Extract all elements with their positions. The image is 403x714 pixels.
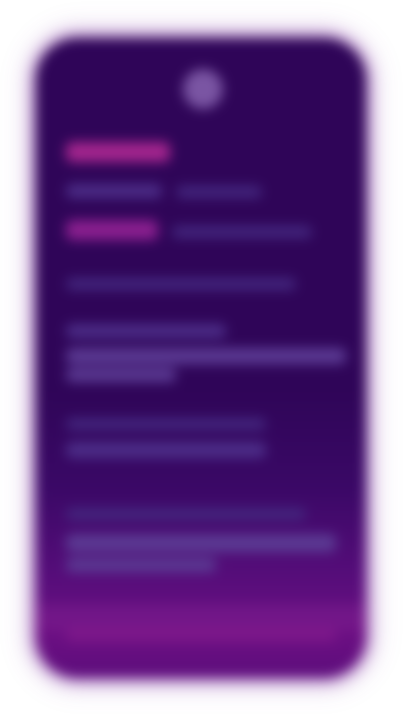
row-label-1: [66, 184, 162, 198]
row-label-6: [66, 508, 306, 520]
highlight-chip[interactable]: [66, 220, 158, 240]
row-label-3: [66, 278, 296, 290]
title-label: [66, 142, 170, 162]
row-extra-4: [66, 368, 176, 382]
row-value-2: [172, 226, 312, 238]
bottom-glow: [36, 604, 366, 630]
row-value-6: [66, 534, 336, 552]
row-label-7: [66, 628, 336, 642]
row-label-4: [66, 324, 226, 338]
phone-frame: [36, 38, 366, 678]
row-label-5: [66, 418, 266, 430]
screenshot-canvas: [0, 0, 403, 714]
row-value-5: [66, 442, 266, 458]
row-extra-6: [66, 558, 216, 572]
row-value-1: [176, 186, 262, 198]
avatar-icon[interactable]: [183, 69, 223, 109]
row-value-4: [66, 348, 346, 364]
